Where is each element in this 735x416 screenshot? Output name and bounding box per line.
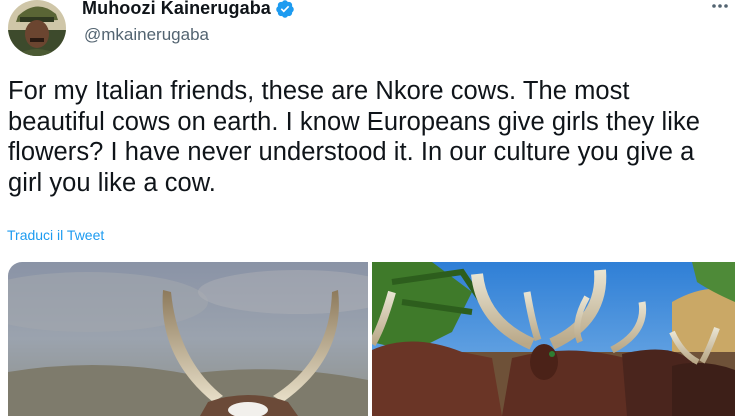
cow-photo-right[interactable] [372, 262, 735, 416]
author-avatar[interactable] [8, 0, 66, 56]
tweet-text: For my Italian friends, these are Nkore … [8, 77, 700, 197]
author-handle[interactable]: @mkainerugaba [84, 25, 209, 45]
translate-tweet-link[interactable]: Traduci il Tweet [7, 227, 104, 243]
more-options-icon[interactable] [706, 0, 734, 16]
author-name[interactable]: Muhoozi Kainerugaba [82, 0, 271, 19]
tweet-media[interactable] [8, 262, 735, 416]
verified-badge-icon [275, 0, 295, 19]
cow-photo-left[interactable] [8, 262, 368, 416]
